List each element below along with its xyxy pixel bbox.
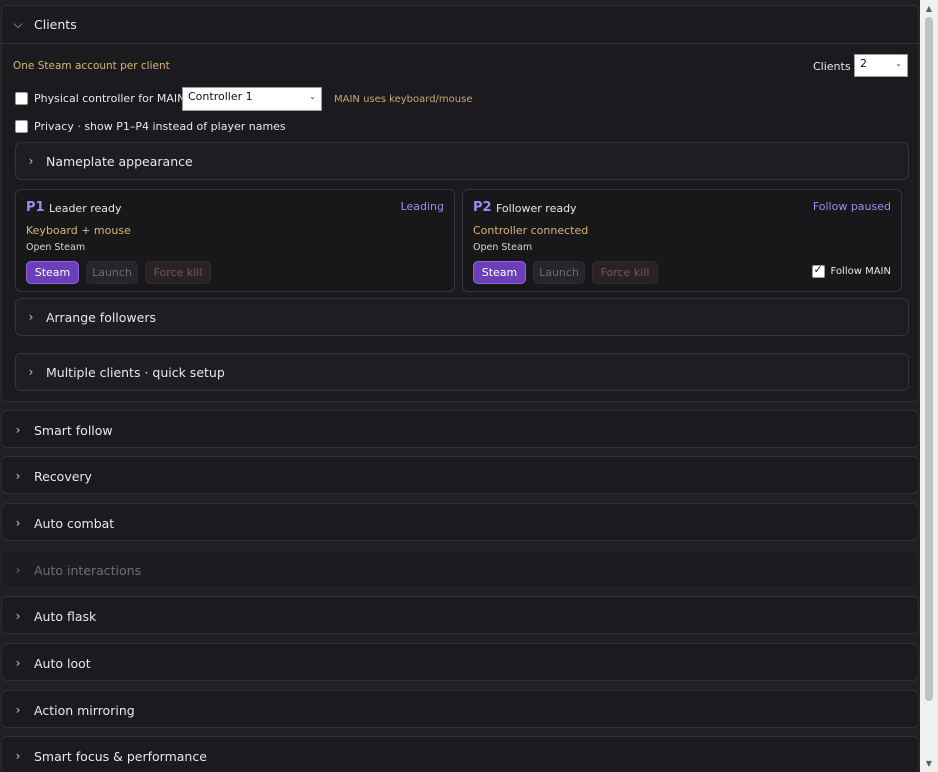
client-substatus: Open Steam (473, 242, 533, 253)
section-header: › Auto interactions (2, 551, 918, 589)
clients-count-label: Clients (813, 60, 851, 73)
arrange-followers-panel[interactable]: › Arrange followers (15, 298, 909, 336)
chevron-down-icon: ⌵ (13, 17, 23, 31)
multiple-clients-title: Multiple clients · quick setup (46, 364, 225, 380)
section-action-mirroring[interactable]: › Action mirroring (1, 690, 919, 728)
client-id: P1 (26, 200, 45, 215)
section-smart-follow[interactable]: › Smart follow (1, 410, 919, 448)
section-header[interactable]: › Action mirroring (2, 691, 918, 729)
chevron-right-icon: › (15, 609, 21, 623)
client-input-mode: Keyboard + mouse (26, 224, 131, 237)
section-title: Auto loot (34, 655, 91, 671)
chevron-right-icon: › (15, 656, 21, 670)
controller-select[interactable]: Controller 1 ⌄ (182, 87, 322, 111)
force-kill-button[interactable]: Force kill (145, 261, 211, 284)
launch-button[interactable]: Launch (533, 261, 585, 284)
client-id: P2 (473, 200, 492, 215)
chevron-right-icon: › (15, 469, 21, 483)
section-title: Smart follow (34, 422, 113, 438)
clients-count-select[interactable]: 2 ⌄ (854, 54, 908, 77)
chevron-right-icon: › (15, 749, 21, 763)
privacy-checkbox[interactable] (15, 120, 28, 133)
scroll-up-arrow-icon[interactable]: ▲ (920, 0, 938, 17)
steam-button[interactable]: Steam (26, 261, 79, 284)
section-title: Auto interactions (34, 562, 142, 578)
chevron-right-icon: › (15, 423, 21, 437)
section-title: Auto combat (34, 515, 115, 531)
steam-button[interactable]: Steam (473, 261, 526, 284)
section-header[interactable]: › Auto combat (2, 504, 918, 542)
multiple-clients-panel[interactable]: › Multiple clients · quick setup (15, 353, 909, 391)
section-auto-combat[interactable]: › Auto combat (1, 503, 919, 541)
section-title: Auto flask (34, 608, 97, 624)
privacy-row: Privacy · show P1–P4 instead of player n… (15, 120, 286, 133)
clients-hint: One Steam account per client (13, 60, 170, 72)
client-substatus: Open Steam (26, 242, 86, 253)
section-title: Action mirroring (34, 702, 135, 718)
section-recovery[interactable]: › Recovery (1, 456, 919, 494)
chevron-right-icon: › (15, 563, 21, 577)
client-status: Leader ready (49, 202, 122, 215)
scroll-down-arrow-icon[interactable]: ▼ (920, 755, 938, 772)
client-card-p2: P2 Follower ready Follow paused Controll… (462, 189, 902, 292)
section-title: Smart focus & performance (34, 748, 207, 764)
client-status: Follower ready (496, 202, 577, 215)
chevron-right-icon: › (28, 365, 34, 379)
section-title: Recovery (34, 468, 92, 484)
client-input-mode: Controller connected (473, 224, 589, 237)
physical-controller-label: Physical controller for MAIN (34, 92, 186, 105)
section-header[interactable]: › Auto loot (2, 644, 918, 682)
client-role-badge: Leading (400, 200, 444, 213)
section-header[interactable]: › Recovery (2, 457, 918, 495)
scrollbar-thumb[interactable] (925, 17, 933, 701)
nameplate-appearance-panel[interactable]: › Nameplate appearance (15, 142, 909, 180)
chevron-right-icon: › (15, 703, 21, 717)
nameplate-appearance-title: Nameplate appearance (46, 153, 193, 169)
chevron-down-icon: ⌄ (895, 59, 902, 68)
chevron-down-icon: ⌄ (309, 92, 316, 101)
main-uses-note: MAIN uses keyboard/mouse (334, 94, 473, 105)
settings-scroll-area: ⌵ Clients One Steam account per client C… (0, 0, 920, 772)
arrange-followers-title: Arrange followers (46, 309, 156, 325)
physical-controller-row: Physical controller for MAIN (15, 92, 185, 105)
clients-section-header[interactable]: ⌵ Clients (2, 6, 918, 44)
section-auto-loot[interactable]: › Auto loot (1, 643, 919, 681)
controller-select-value: Controller 1 (188, 90, 253, 103)
section-header[interactable]: › Auto flask (2, 597, 918, 635)
section-header[interactable]: › Smart follow (2, 411, 918, 449)
client-role-badge: Follow paused (812, 200, 891, 213)
privacy-label: Privacy · show P1–P4 instead of player n… (34, 120, 286, 133)
chevron-right-icon: › (15, 516, 21, 530)
vertical-scrollbar[interactable]: ▲ ▼ (920, 0, 938, 772)
launch-button[interactable]: Launch (86, 261, 138, 284)
section-smart-focus-performance[interactable]: › Smart focus & performance (1, 736, 919, 772)
section-header[interactable]: › Smart focus & performance (2, 737, 918, 772)
section-auto-interactions: › Auto interactions (1, 550, 919, 588)
chevron-right-icon: › (28, 310, 34, 324)
client-card-p1: P1 Leader ready Leading Keyboard + mouse… (15, 189, 455, 292)
clients-section-title: Clients (34, 17, 77, 32)
physical-controller-checkbox[interactable] (15, 92, 28, 105)
follow-main-checkbox[interactable] (811, 263, 825, 278)
section-auto-flask[interactable]: › Auto flask (1, 596, 919, 634)
follow-main-label: Follow MAIN (830, 266, 891, 277)
clients-count-value: 2 (860, 57, 867, 70)
chevron-right-icon: › (28, 154, 34, 168)
follow-main-row: Follow MAIN (811, 263, 891, 278)
clients-section: ⌵ Clients One Steam account per client C… (1, 5, 919, 402)
force-kill-button[interactable]: Force kill (592, 261, 658, 284)
